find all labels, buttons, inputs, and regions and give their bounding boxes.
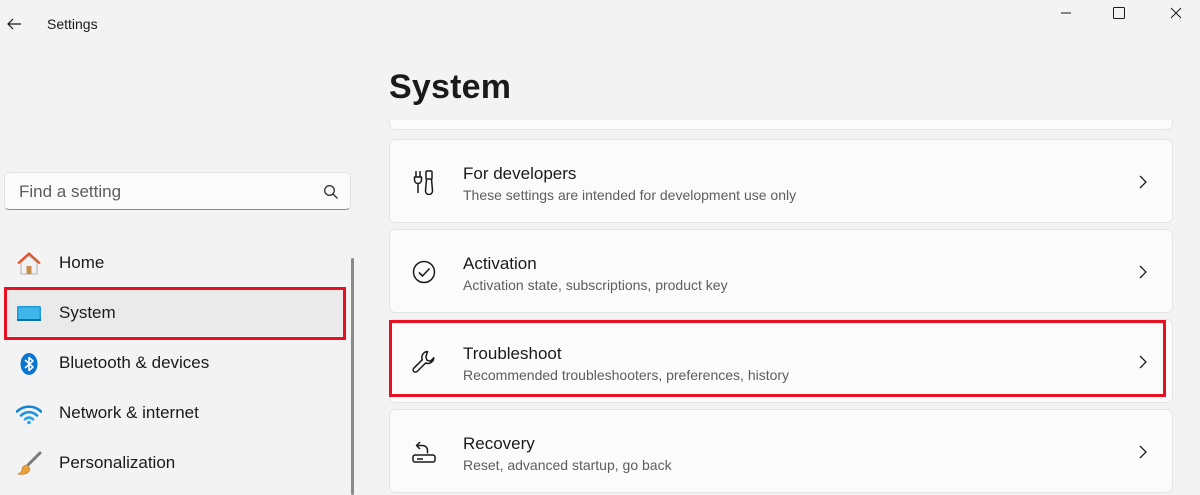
search-box (4, 172, 351, 211)
card-description: These settings are intended for developm… (463, 187, 797, 203)
minimize-icon (1061, 12, 1071, 14)
partial-card (389, 120, 1173, 130)
chevron-right-icon (1139, 445, 1147, 459)
home-icon (16, 251, 42, 277)
bluetooth-icon (16, 351, 42, 377)
close-icon (1170, 7, 1182, 19)
card-title: For developers (463, 164, 577, 183)
sidebar-item-label: Personalization (59, 453, 176, 472)
sidebar-item-personalization[interactable]: Personalization (4, 440, 344, 486)
card-troubleshoot[interactable]: Troubleshoot Recommended troubleshooters… (389, 319, 1173, 403)
wifi-icon (16, 401, 42, 427)
search-icon[interactable] (323, 184, 339, 200)
minimize-button[interactable] (1043, 0, 1089, 26)
sidebar-item-label: Bluetooth & devices (59, 353, 210, 372)
developer-tools-icon (410, 168, 438, 196)
sidebar-item-home[interactable]: Home (4, 240, 344, 286)
maximize-button[interactable] (1096, 0, 1142, 26)
card-description: Activation state, subscriptions, product… (463, 277, 728, 293)
card-description: Recommended troubleshooters, preferences… (463, 367, 790, 383)
app-title: Settings (47, 16, 98, 32)
chevron-right-icon (1139, 265, 1147, 279)
system-display-icon (16, 301, 42, 327)
recovery-icon (410, 438, 438, 466)
card-recovery[interactable]: Recovery Reset, advanced startup, go bac… (389, 409, 1173, 493)
card-title: Activation (463, 254, 537, 273)
card-description: Reset, advanced startup, go back (463, 457, 672, 473)
sidebar-item-bluetooth[interactable]: Bluetooth & devices (4, 340, 344, 386)
sidebar-item-system[interactable]: System (4, 290, 344, 336)
sidebar-item-label: Network & internet (59, 403, 199, 422)
chevron-right-icon (1139, 175, 1147, 189)
back-arrow-icon (7, 18, 21, 30)
card-title: Troubleshoot (463, 344, 562, 363)
paintbrush-icon (16, 451, 42, 477)
page-title: System (389, 68, 512, 106)
back-button[interactable] (0, 8, 28, 40)
checkmark-circle-icon (410, 258, 438, 286)
card-title: Recovery (463, 434, 535, 453)
sidebar-item-label: System (59, 303, 116, 322)
maximize-icon (1113, 7, 1125, 19)
card-activation[interactable]: Activation Activation state, subscriptio… (389, 229, 1173, 313)
sidebar-scrollbar[interactable] (351, 258, 354, 495)
chevron-right-icon (1139, 355, 1147, 369)
wrench-icon (410, 348, 438, 376)
title-bar: Settings (0, 0, 1200, 48)
sidebar-item-network[interactable]: Network & internet (4, 390, 344, 436)
search-input[interactable] (5, 173, 321, 211)
sidebar-item-label: Home (59, 253, 105, 272)
close-button[interactable] (1153, 0, 1199, 26)
card-for-developers[interactable]: For developers These settings are intend… (389, 139, 1173, 223)
